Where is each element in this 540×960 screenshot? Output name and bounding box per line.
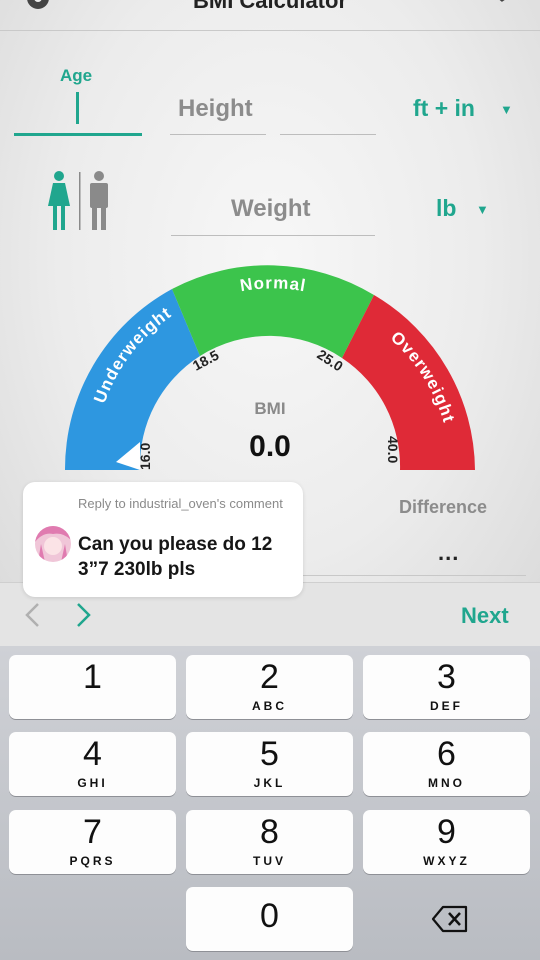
key-digit: 5 xyxy=(260,735,279,773)
tick-label: 16.0 xyxy=(137,443,153,470)
key-letters: ABC xyxy=(252,699,287,713)
weight-input[interactable]: Weight xyxy=(231,195,311,223)
height-unit-dropdown[interactable]: ft + in xyxy=(413,95,475,122)
page-title: BMI Calculator xyxy=(192,0,348,13)
key-letters: MNO xyxy=(428,776,465,790)
tick-label: 40.0 xyxy=(385,436,401,463)
key-letters: GHI xyxy=(77,776,108,790)
share-icon[interactable] xyxy=(488,0,518,6)
key-digit: 3 xyxy=(437,658,456,696)
key-digit: 7 xyxy=(83,813,102,851)
weight-unit-dropdown[interactable]: lb xyxy=(436,195,456,222)
normal-zone xyxy=(172,265,374,358)
key-letters: DEF xyxy=(430,699,463,713)
underweight-zone xyxy=(64,289,201,470)
male-icon xyxy=(90,171,108,230)
text-cursor xyxy=(76,92,79,124)
height-feet-underline xyxy=(170,134,266,135)
key-letters: JKL xyxy=(253,776,286,790)
key-9[interactable]: 9 WXYZ xyxy=(363,810,530,874)
avatar xyxy=(35,526,71,562)
age-input[interactable] xyxy=(14,133,142,136)
key-digit: 0 xyxy=(260,897,279,935)
app-screen: BMI Calculator Age Height ft + in ▼ Weig… xyxy=(0,0,540,647)
key-letters: PQRS xyxy=(69,854,116,868)
difference-underline xyxy=(300,575,526,576)
next-button[interactable]: Next xyxy=(461,603,509,629)
backspace-icon[interactable] xyxy=(431,904,469,934)
key-digit: 9 xyxy=(437,813,456,851)
chevron-down-icon[interactable]: ▼ xyxy=(500,102,513,117)
key-1[interactable]: 1 xyxy=(9,655,176,719)
reply-comment-card: Reply to industrial_oven's comment Can y… xyxy=(23,482,303,597)
next-arrow-icon[interactable] xyxy=(72,601,94,629)
overweight-zone xyxy=(342,295,475,470)
bmi-value: 0.0 xyxy=(249,430,291,463)
key-3[interactable]: 3 DEF xyxy=(363,655,530,719)
gender-toggle[interactable] xyxy=(44,170,114,232)
key-7[interactable]: 7 PQRS xyxy=(9,810,176,874)
key-5[interactable]: 5 JKL xyxy=(186,732,353,796)
weight-underline xyxy=(171,235,375,236)
bmi-label: BMI xyxy=(254,399,285,418)
key-digit: 8 xyxy=(260,813,279,851)
key-0[interactable]: 0 xyxy=(186,887,353,951)
key-4[interactable]: 4 GHI xyxy=(9,732,176,796)
height-input[interactable]: Height xyxy=(178,95,253,123)
key-letters: TUV xyxy=(253,854,286,868)
reply-to-label: Reply to industrial_oven's comment xyxy=(78,496,283,511)
key-digit: 1 xyxy=(83,658,102,696)
difference-value: ... xyxy=(438,540,460,565)
age-label: Age xyxy=(60,66,93,85)
key-8[interactable]: 8 TUV xyxy=(186,810,353,874)
bmi-gauge: Underweight Normal Overweight 16.0 18.5 … xyxy=(64,265,475,470)
height-inches-underline[interactable] xyxy=(280,134,376,135)
prev-arrow-icon[interactable] xyxy=(22,601,44,629)
top-bar: BMI Calculator xyxy=(0,0,540,31)
key-digit: 2 xyxy=(260,658,279,696)
chevron-down-icon[interactable]: ▼ xyxy=(476,202,489,217)
key-letters: WXYZ xyxy=(423,854,470,868)
female-icon xyxy=(48,171,70,230)
key-6[interactable]: 6 MNO xyxy=(363,732,530,796)
comment-text: Can you please do 12 3”7 230lb pls xyxy=(78,534,273,580)
difference-label: Difference xyxy=(399,497,488,517)
key-digit: 6 xyxy=(437,735,456,773)
key-digit: 4 xyxy=(83,735,102,773)
key-2[interactable]: 2 ABC xyxy=(186,655,353,719)
